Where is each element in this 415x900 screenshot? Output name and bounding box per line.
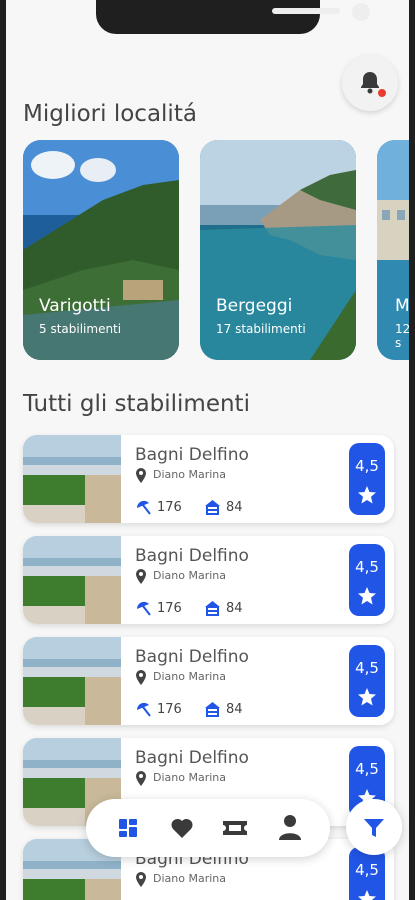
establishment-photo (23, 536, 121, 624)
establishment-place: Diano Marina (153, 670, 226, 683)
location-card-bergeggi[interactable]: Bergeggi 17 stabilimenti (200, 140, 356, 360)
bottom-nav (86, 799, 330, 857)
establishment-card[interactable]: Bagni Delfino Diano Marina 176 84 4,5 (23, 435, 394, 523)
section-title-all-establishments: Tutti gli stabilimenti (23, 391, 250, 417)
device-notch (96, 0, 370, 34)
user-icon[interactable] (278, 814, 302, 840)
rating-value: 4,5 (355, 558, 379, 576)
notifications-button[interactable] (342, 55, 398, 111)
establishment-name: Bagni Delfino (135, 748, 249, 768)
section-title-top-locations: Migliori localitá (23, 101, 197, 127)
filter-button[interactable] (346, 799, 402, 855)
location-pin-icon (136, 670, 146, 685)
establishment-name: Bagni Delfino (135, 647, 249, 667)
location-pin-icon (136, 872, 146, 887)
location-pin-icon (136, 771, 146, 786)
rating-value: 4,5 (355, 861, 379, 879)
star-icon (358, 486, 376, 504)
location-name: Bergeggi (216, 296, 293, 316)
umbrella-icon (136, 500, 151, 515)
location-card-varigotti[interactable]: Varigotti 5 stabilimenti (23, 140, 179, 360)
establishment-photo (23, 435, 121, 523)
establishment-name: Bagni Delfino (135, 445, 249, 465)
rating-badge: 4,5 (349, 544, 385, 616)
umbrella-icon (136, 702, 151, 717)
cabin-icon (205, 500, 220, 515)
umbrella-count: 176 (157, 702, 182, 717)
filter-icon (364, 819, 384, 837)
rating-value: 4,5 (355, 457, 379, 475)
umbrella-count: 176 (157, 601, 182, 616)
establishment-place: Diano Marina (153, 569, 226, 582)
device-frame-right (409, 0, 415, 900)
location-name: Varigotti (39, 296, 111, 316)
speaker-grille (272, 8, 340, 14)
establishment-card[interactable]: Bagni Delfino Diano Marina 176 84 4,5 (23, 637, 394, 725)
location-count: 5 stabilimenti (39, 322, 122, 336)
cabin-icon (205, 702, 220, 717)
establishment-place: Diano Marina (153, 872, 226, 885)
app-screen: Migliori localitá Varigotti 5 stabilimen… (0, 0, 415, 900)
rating-badge: 4,5 (349, 645, 385, 717)
location-count: 17 stabilimenti (216, 322, 306, 336)
cabin-count: 84 (226, 500, 243, 515)
location-pin-icon (136, 468, 146, 483)
ticket-icon[interactable] (223, 819, 247, 837)
establishment-photo (23, 637, 121, 725)
cabin-icon (205, 601, 220, 616)
rating-value: 4,5 (355, 659, 379, 677)
rating-badge: 4,5 (349, 443, 385, 515)
star-icon (358, 890, 376, 900)
rating-badge: 4,5 (349, 847, 385, 900)
star-icon (358, 587, 376, 605)
cabin-count: 84 (226, 702, 243, 717)
star-icon (358, 688, 376, 706)
establishment-card[interactable]: Bagni Delfino Diano Marina 176 84 4,5 (23, 536, 394, 624)
establishment-place: Diano Marina (153, 468, 226, 481)
heart-icon[interactable] (170, 817, 194, 839)
device-frame-left (0, 0, 6, 900)
cabin-count: 84 (226, 601, 243, 616)
umbrella-count: 176 (157, 500, 182, 515)
notification-dot (378, 89, 386, 97)
establishment-name: Bagni Delfino (135, 546, 249, 566)
front-camera (352, 3, 370, 21)
establishment-place: Diano Marina (153, 771, 226, 784)
rating-value: 4,5 (355, 760, 379, 778)
location-pin-icon (136, 569, 146, 584)
umbrella-icon (136, 601, 151, 616)
dashboard-icon[interactable] (119, 819, 137, 837)
